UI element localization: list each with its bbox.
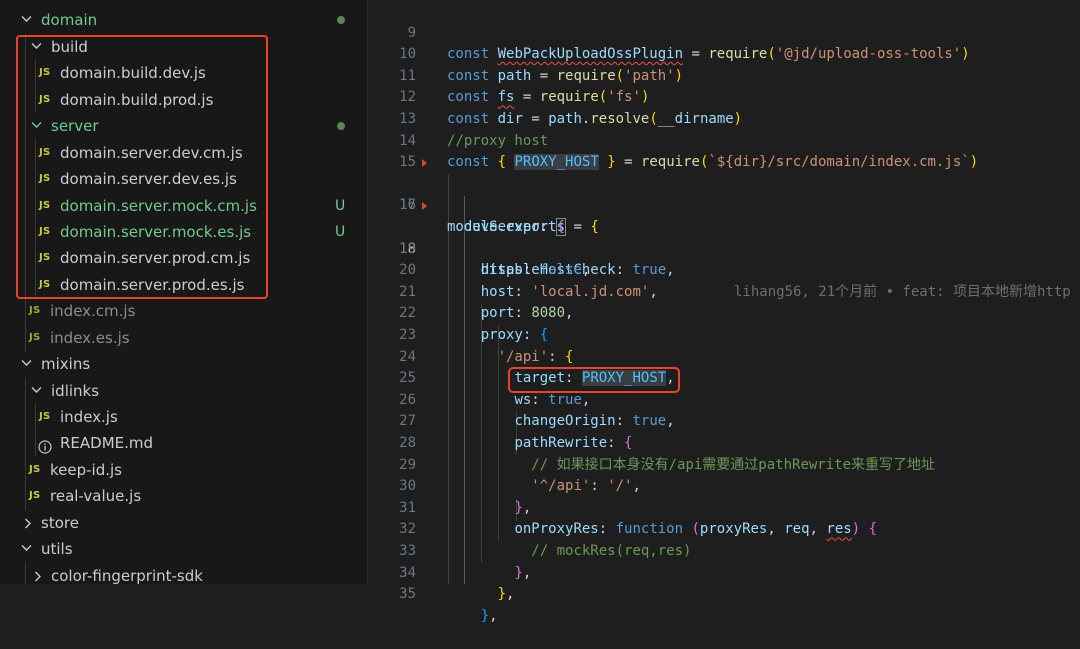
code-text: }, [480, 607, 498, 624]
file-index-cm[interactable]: JS index.cm.js [0, 298, 368, 324]
code-line[interactable]: 32 // mockRes(req,res) [368, 498, 1080, 559]
folder-label: mixins [41, 355, 91, 373]
code-line[interactable]: 29 '^/api': '/', [368, 433, 1080, 495]
fold-marker-icon [422, 202, 427, 211]
chevron-down-icon [30, 378, 44, 404]
file-readme[interactable]: README.md [0, 430, 368, 456]
code-line[interactable]: 21 port: 8080, [368, 260, 1080, 322]
chevron-down-icon [20, 536, 34, 562]
code-line[interactable]: 26 changeOrigin: true, [368, 368, 1080, 430]
file-label: index.es.js [50, 329, 130, 347]
js-file-icon: JS [39, 411, 51, 422]
info-icon [38, 436, 52, 454]
file-label: real-value.js [50, 487, 142, 505]
folder-idlinks[interactable]: idlinks [0, 378, 368, 404]
highlight-box [16, 35, 268, 299]
file-label: index.js [60, 408, 118, 426]
js-file-icon: JS [29, 464, 41, 475]
folder-utils[interactable]: utils [0, 536, 368, 562]
folder-store[interactable]: store [0, 510, 368, 536]
code-line[interactable]: 25 ws: true, [368, 347, 1080, 408]
folder-label: idlinks [51, 382, 100, 400]
file-real-value[interactable]: JS real-value.js [0, 483, 368, 509]
untracked-badge: U [335, 224, 346, 240]
chevron-down-icon [20, 7, 34, 33]
code-line[interactable]: 14 const { PROXY_HOST } = require(`${dir… [368, 109, 1080, 171]
chevron-right-icon [32, 563, 46, 584]
untracked-badge: U [335, 198, 346, 214]
code-line[interactable]: 35 }, [368, 563, 1080, 624]
code-line-active[interactable]: 18 disableHostCheck: true, lihang56, 21个… [368, 195, 1080, 300]
code-line[interactable]: 11 const fs = require('fs') [368, 44, 1080, 106]
fold-marker-icon [422, 159, 427, 168]
code-line[interactable]: 22 proxy: { [368, 282, 1080, 343]
code-line[interactable]: 20 host: 'local.jd.com', [368, 239, 1080, 300]
code-line[interactable]: 10 const path = require('path') [368, 23, 1080, 84]
code-line[interactable]: 34 }, [368, 541, 1080, 603]
code-line[interactable]: 33 }, [368, 519, 1080, 581]
folder-color-fingerprint-sdk[interactable]: color-fingerprint-sdk [0, 563, 368, 584]
code-text: }, [497, 586, 515, 603]
file-idlinks-index[interactable]: JS index.js [0, 404, 368, 430]
js-file-icon: JS [29, 490, 41, 501]
folder-domain[interactable]: domain [0, 7, 368, 33]
file-index-es[interactable]: JS index.es.js [0, 325, 368, 351]
folder-label: domain [41, 11, 98, 29]
file-keep-id[interactable]: JS keep-id.js [0, 457, 368, 483]
file-label: index.cm.js [50, 302, 136, 320]
code-line[interactable]: 16 module.exports = { [368, 152, 1080, 235]
highlight-box-target [508, 367, 680, 393]
js-file-icon: JS [29, 305, 41, 316]
code-line[interactable]: 19 https: false, [368, 217, 1080, 279]
code-line[interactable]: 23 '/api': { [368, 303, 1080, 365]
js-file-icon: JS [29, 332, 41, 343]
code-line[interactable]: 17 devServer: { [368, 174, 1080, 236]
file-label: README.md [60, 434, 154, 452]
code-line[interactable]: 30 }, [368, 455, 1080, 516]
code-line[interactable]: 15 [368, 131, 1080, 170]
chevron-down-icon [20, 351, 34, 377]
line-number: 35 [399, 586, 416, 603]
code-line[interactable]: 13 //proxy host [368, 87, 1080, 149]
code-line[interactable]: 24 target: PROXY_HOST, [368, 325, 1080, 387]
folder-label: store [41, 514, 79, 532]
modified-dot [337, 16, 345, 24]
code-editor[interactable]: 9 const WebPackUploadOssPlugin = require… [368, 0, 1080, 624]
modified-dot [337, 122, 345, 130]
chevron-right-icon [22, 510, 36, 536]
file-label: keep-id.js [50, 461, 122, 479]
code-line[interactable]: 27 pathRewrite: { [368, 390, 1080, 451]
code-line[interactable]: 9 const WebPackUploadOssPlugin = require… [368, 1, 1080, 63]
code-line[interactable]: 12 const dir = path.resolve(__dirname) [368, 66, 1080, 127]
code-line[interactable]: 28 // 如果接口本身没有/api需要通过pathRewrite来重写了地址 [368, 411, 1080, 473]
explorer-sidebar: domain build JS domain.build.dev.js JS d… [0, 0, 368, 584]
code-line[interactable]: 31 onProxyRes: function (proxyRes, req, … [368, 476, 1080, 538]
folder-label: utils [41, 540, 73, 558]
folder-mixins[interactable]: mixins [0, 351, 368, 377]
folder-label: color-fingerprint-sdk [51, 567, 203, 584]
